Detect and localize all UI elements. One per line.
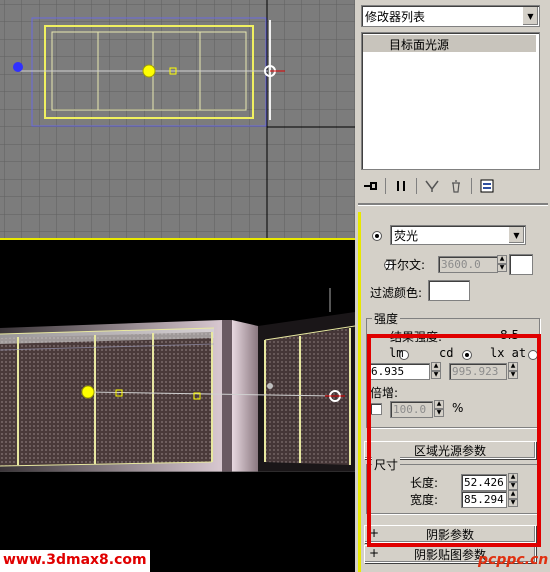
- light-source-icon: [142, 64, 156, 78]
- remove-modifier-icon[interactable]: [447, 177, 465, 195]
- intensity-title: 强度: [372, 310, 401, 327]
- toolbar-separator: [416, 178, 417, 194]
- shadow-map-params-expand: +: [369, 546, 380, 560]
- highlight-annotation-box: [367, 334, 541, 547]
- watermark-left: www.3dmax8.com: [3, 552, 147, 568]
- watermark-right: pcppc.cn: [478, 552, 549, 568]
- toolbar-separator: [385, 178, 386, 194]
- show-end-result-icon[interactable]: [392, 177, 410, 195]
- watermark-left-bg: www.3dmax8.com: [0, 550, 150, 572]
- color-preset-value: 荧光: [394, 229, 419, 243]
- kelvin-color-swatch[interactable]: [509, 254, 533, 275]
- filter-color-label: 过滤颜色:: [370, 286, 423, 300]
- pin-stack-icon[interactable]: [361, 177, 379, 195]
- make-unique-icon[interactable]: [423, 177, 441, 195]
- top-viewport-grid: [0, 0, 355, 240]
- shadow-map-params-label: 阴影贴图参数: [413, 547, 486, 562]
- stack-item-label: 目标面光源: [389, 38, 450, 52]
- toolbar-separator: [471, 178, 472, 194]
- preset-radio[interactable]: [372, 231, 382, 241]
- chevron-down-icon[interactable]: ▼: [522, 7, 538, 25]
- rollout-scrollbar[interactable]: [358, 212, 361, 572]
- kelvin-field[interactable]: 3600.0: [438, 256, 498, 273]
- kelvin-label: 开尔文:: [385, 258, 426, 272]
- modifier-list-label: 修改器列表: [365, 10, 426, 24]
- color-preset-dropdown[interactable]: 荧光 ▼: [390, 225, 526, 245]
- perspective-viewport[interactable]: [0, 240, 355, 572]
- light-target-icon: [13, 62, 23, 72]
- modifier-list-dropdown[interactable]: 修改器列表 ▼: [361, 5, 540, 27]
- stack-item-selected[interactable]: 目标面光源: [363, 35, 536, 52]
- modifier-stack[interactable]: 目标面光源: [361, 32, 540, 170]
- chevron-down-icon[interactable]: ▼: [508, 227, 524, 243]
- stack-toolbar: [361, 175, 541, 197]
- filter-color-swatch[interactable]: [428, 280, 470, 301]
- kelvin-spinner[interactable]: ▲ ▼: [497, 255, 507, 272]
- top-viewport[interactable]: [0, 0, 355, 240]
- panel-divider: [358, 203, 548, 206]
- perspective-scene: [0, 240, 355, 572]
- configure-modifier-sets-icon[interactable]: [478, 177, 496, 195]
